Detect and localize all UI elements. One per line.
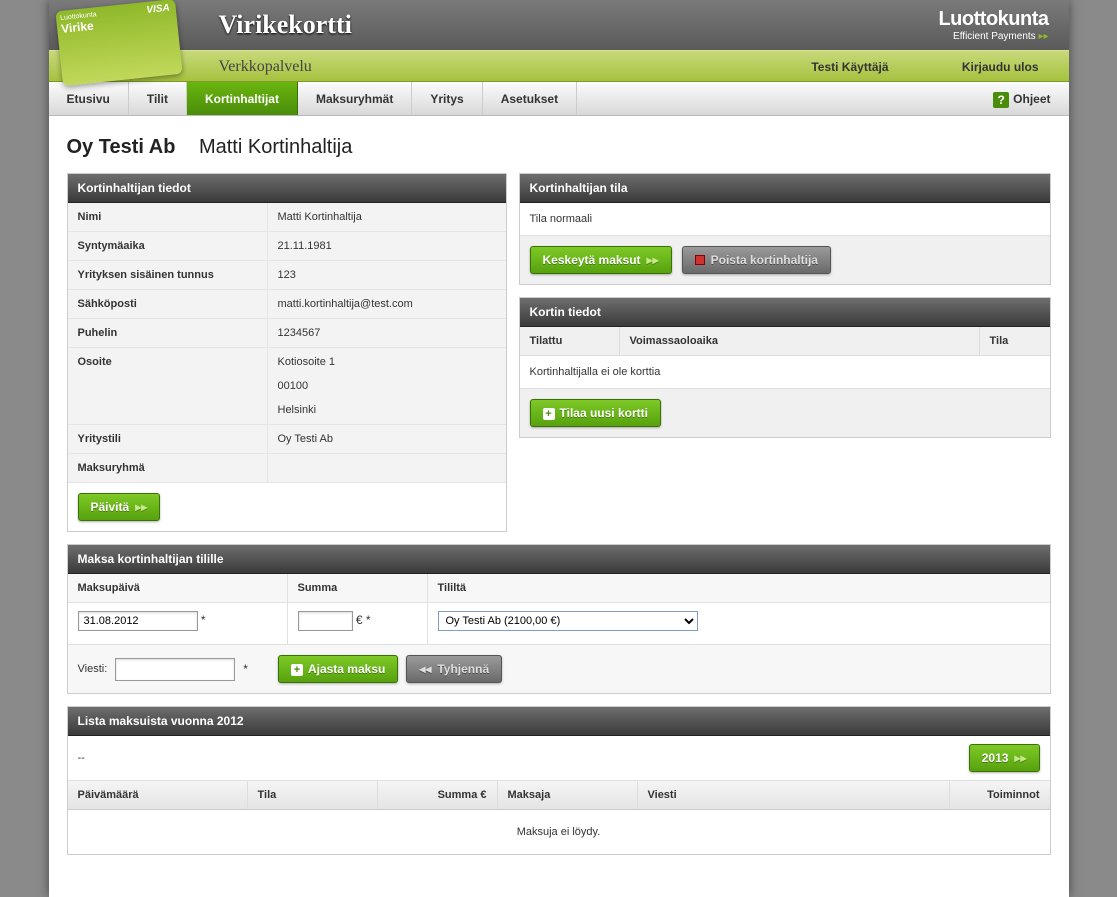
pay-panel-title: Maksa kortinhaltijan tilille (68, 545, 1050, 574)
suspend-payments-button[interactable]: Keskeytä maksut▸▸ (530, 246, 672, 274)
payment-list-empty: Maksuja ei löydy. (68, 810, 1050, 854)
company-logo: Luottokunta Efficient Payments ▸▸ (938, 8, 1048, 42)
pay-date-input[interactable] (78, 611, 198, 631)
holder-row: Yrityksen sisäinen tunnus123 (68, 261, 506, 290)
arrow-icon: ▸▸ (647, 253, 659, 267)
schedule-payment-button[interactable]: +Ajasta maksu (278, 655, 398, 683)
header-subbar: Verkkopalvelu Testi Käyttäjä Kirjaudu ul… (49, 50, 1069, 82)
header-top: Luottokunta Virike VISA Virikekortti Luo… (49, 0, 1069, 50)
update-button[interactable]: Päivitä▸▸ (78, 493, 161, 521)
holder-row-value (268, 454, 506, 482)
year-prev: -- (78, 752, 969, 764)
help-icon: ? (993, 92, 1009, 108)
holder-status-text: Tila normaali (520, 203, 1050, 235)
holder-status-title: Kortinhaltijan tila (520, 174, 1050, 203)
arrow-icon: ▸▸ (135, 500, 147, 514)
arrow-icon: ▸▸ (1014, 751, 1026, 765)
current-user: Testi Käyttäjä (811, 51, 888, 83)
payment-list-title: Lista maksuista vuonna 2012 (68, 707, 1050, 736)
nav-etusivu[interactable]: Etusivu (49, 82, 129, 115)
holder-row-key: Sähköposti (68, 290, 268, 318)
holder-row-value: 123 (268, 261, 506, 289)
remove-holder-button[interactable]: Poista kortinhaltija (682, 246, 831, 274)
card-info-panel: Kortin tiedot Tilattu Voimassaoloaika Ti… (519, 297, 1051, 438)
holder-row-value: 1234567 (268, 319, 506, 347)
pay-panel: Maksa kortinhaltijan tilille Maksupäivä … (67, 544, 1051, 694)
rewind-icon: ◂◂ (419, 662, 431, 676)
nav-asetukset[interactable]: Asetukset (483, 82, 577, 115)
breadcrumb-company: Oy Testi Ab (67, 136, 176, 158)
holder-row-key: Osoite (68, 348, 268, 424)
card-info-title: Kortin tiedot (520, 298, 1050, 327)
order-card-button[interactable]: +Tilaa uusi kortti (530, 399, 661, 427)
holder-row-key: Yritystili (68, 425, 268, 453)
nav-kortinhaltijat[interactable]: Kortinhaltijat (187, 82, 298, 115)
holder-status-panel: Kortinhaltijan tila Tila normaali Keskey… (519, 173, 1051, 285)
breadcrumb-person: Matti Kortinhaltija (199, 136, 352, 158)
clear-button[interactable]: ◂◂Tyhjennä (406, 655, 502, 683)
plus-icon: + (291, 664, 303, 676)
year-next-button[interactable]: 2013▸▸ (969, 744, 1040, 772)
holder-row-key: Nimi (68, 203, 268, 231)
pay-date-label: Maksupäivä (68, 574, 287, 603)
nav-tilit[interactable]: Tilit (129, 82, 187, 115)
main-nav: Etusivu Tilit Kortinhaltijat Maksuryhmät… (49, 82, 1069, 116)
holder-details-panel: Kortinhaltijan tiedot NimiMatti Kortinha… (67, 173, 507, 532)
holder-row: Puhelin1234567 (68, 319, 506, 348)
holder-row: Syntymäaika21.11.1981 (68, 232, 506, 261)
nav-maksuryhmat[interactable]: Maksuryhmät (298, 82, 412, 115)
holder-row-key: Syntymäaika (68, 232, 268, 260)
pay-sum-label: Summa (288, 574, 427, 603)
breadcrumb: Oy Testi Ab Matti Kortinhaltija (67, 130, 1051, 173)
nav-help[interactable]: ?Ohjeet (975, 82, 1068, 115)
minus-icon (695, 255, 705, 265)
app-title: Virikekortti (219, 0, 352, 40)
pay-account-label: Tililtä (428, 574, 1050, 603)
holder-details-title: Kortinhaltijan tiedot (68, 174, 506, 203)
card-empty-text: Kortinhaltijalla ei ole korttia (520, 356, 1050, 388)
holder-row-value: 21.11.1981 (268, 232, 506, 260)
holder-row-key: Maksuryhmä (68, 454, 268, 482)
pay-message-label: Viesti: (78, 663, 108, 675)
holder-row-key: Yrityksen sisäinen tunnus (68, 261, 268, 289)
holder-row: Maksuryhmä (68, 454, 506, 483)
app-subtitle: Verkkopalvelu (219, 58, 312, 75)
holder-row-value: Kotiosoite 100100Helsinki (268, 348, 506, 424)
holder-row: NimiMatti Kortinhaltija (68, 203, 506, 232)
logout-link[interactable]: Kirjaudu ulos (962, 51, 1039, 83)
nav-yritys[interactable]: Yritys (412, 82, 482, 115)
holder-row-value: Oy Testi Ab (268, 425, 506, 453)
holder-row: OsoiteKotiosoite 100100Helsinki (68, 348, 506, 425)
pay-message-input[interactable] (115, 658, 235, 681)
plus-icon: + (543, 408, 555, 420)
card-table-header: Tilattu Voimassaoloaika Tila (520, 327, 1050, 356)
holder-row: Sähköpostimatti.kortinhaltija@test.com (68, 290, 506, 319)
holder-row-value: matti.kortinhaltija@test.com (268, 290, 506, 318)
card-image: Luottokunta Virike VISA (55, 0, 182, 86)
pay-account-select[interactable]: Oy Testi Ab (2100,00 €) (438, 611, 698, 631)
pay-sum-input[interactable] (298, 611, 353, 631)
holder-row-value: Matti Kortinhaltija (268, 203, 506, 231)
payment-list-panel: Lista maksuista vuonna 2012 -- 2013▸▸ Pä… (67, 706, 1051, 855)
holder-row: YritystiliOy Testi Ab (68, 425, 506, 454)
payment-list-header: Päivämäärä Tila Summa € Maksaja Viesti T… (68, 781, 1050, 810)
holder-row-key: Puhelin (68, 319, 268, 347)
